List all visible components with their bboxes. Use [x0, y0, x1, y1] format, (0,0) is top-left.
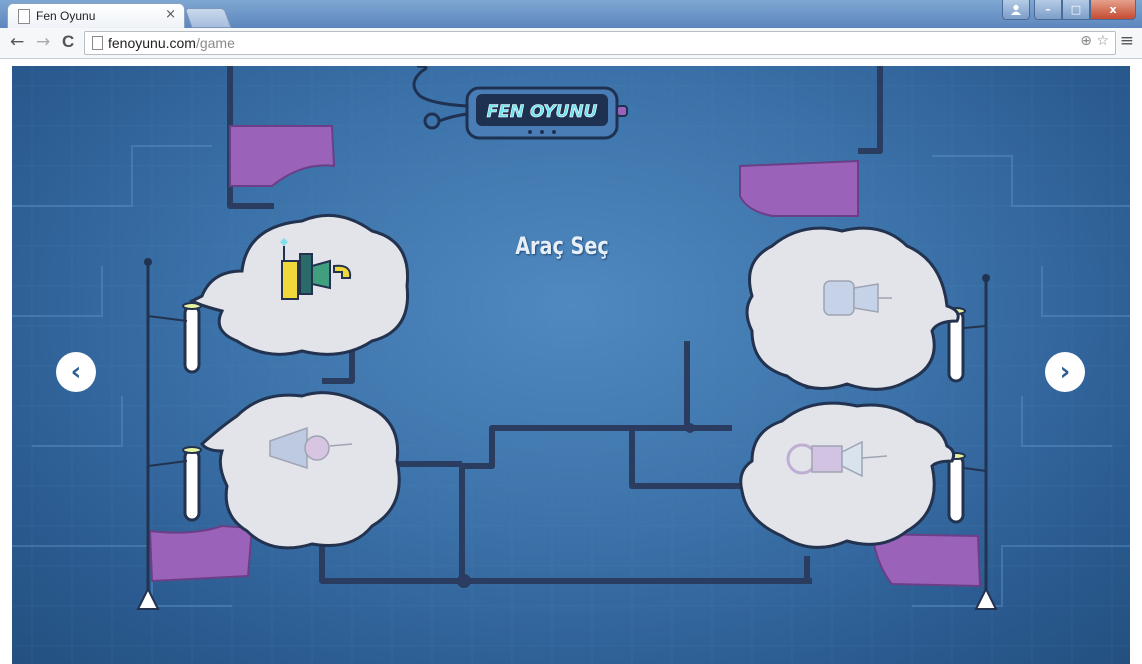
- pole-top: [982, 274, 990, 282]
- maximize-button[interactable]: □: [1062, 0, 1090, 20]
- url-text[interactable]: fenoyunu.com/game: [108, 35, 235, 51]
- omnibox-icons: ⊕ ☆: [1080, 33, 1109, 49]
- window-controls: – □ x: [1002, 0, 1136, 20]
- previous-arrow-button[interactable]: ‹: [56, 352, 96, 392]
- user-icon[interactable]: [1002, 0, 1030, 20]
- tab-close-button[interactable]: ×: [165, 7, 176, 22]
- pole-top: [144, 258, 152, 266]
- forward-button[interactable]: →: [36, 32, 50, 52]
- zoom-icon[interactable]: ⊕: [1080, 33, 1092, 49]
- address-bar[interactable]: fenoyunu.com/game ⊕ ☆: [84, 31, 1116, 55]
- page-title: Araç Seç: [515, 232, 609, 260]
- reload-button[interactable]: C: [62, 32, 74, 52]
- test-tube-icon: [946, 452, 966, 524]
- new-tab-button[interactable]: [184, 8, 232, 28]
- bookmark-star-icon[interactable]: ☆: [1096, 33, 1109, 49]
- close-window-button[interactable]: x: [1090, 0, 1136, 20]
- game-logo: FEN OYUNU: [462, 84, 632, 142]
- chrome-menu-button[interactable]: ≡: [1120, 31, 1134, 51]
- minimize-button[interactable]: –: [1034, 0, 1062, 20]
- game-scene: [12, 66, 1130, 664]
- flag-bottom-left: [148, 524, 254, 583]
- game-canvas[interactable]: FEN OYUNU Araç Seç ‹ ›: [12, 66, 1130, 664]
- flag-top-right: [739, 159, 859, 217]
- page-icon: [92, 36, 103, 50]
- next-arrow-button[interactable]: ›: [1045, 352, 1085, 392]
- browser-toolbar: ← → C fenoyunu.com/game ⊕ ☆ ≡: [0, 28, 1142, 59]
- title-bar: Fen Oyunu × – □ x: [0, 0, 1142, 28]
- pipe-joint: [457, 574, 471, 588]
- back-button[interactable]: ←: [10, 32, 24, 52]
- page-icon: [18, 9, 30, 24]
- test-tube-icon: [182, 302, 202, 374]
- test-tube-icon: [182, 446, 202, 522]
- browser-tab[interactable]: Fen Oyunu ×: [8, 4, 184, 28]
- logo-text: FEN OYUNU: [487, 102, 598, 122]
- tab-title: Fen Oyunu: [36, 9, 96, 23]
- pipe-joint: [685, 423, 695, 433]
